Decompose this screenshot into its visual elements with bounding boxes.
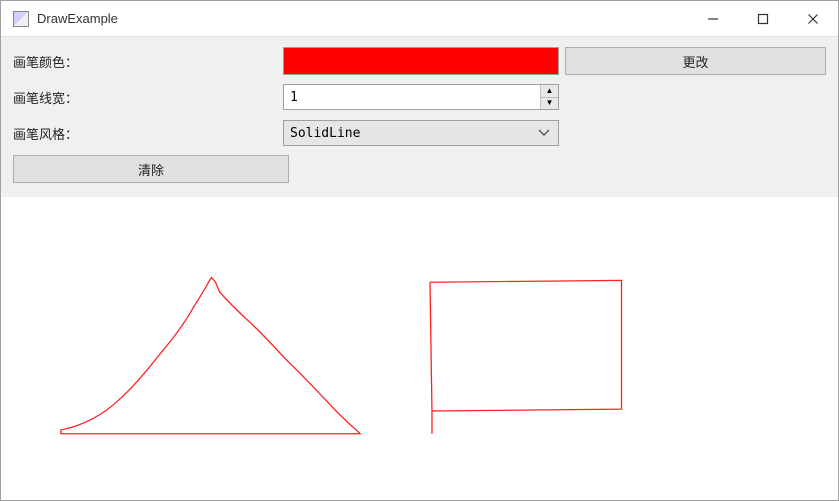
spin-buttons: ▲ ▼ xyxy=(540,85,558,109)
style-value: SolidLine xyxy=(290,126,536,141)
canvas-svg xyxy=(1,197,838,500)
chevron-down-icon: ▼ xyxy=(546,99,554,107)
maximize-button[interactable] xyxy=(738,1,788,36)
stroke-triangle xyxy=(61,277,360,433)
app-icon xyxy=(13,11,29,27)
spin-down-button[interactable]: ▼ xyxy=(541,98,558,110)
stroke-rect xyxy=(430,280,622,433)
row-clear: 清除 xyxy=(13,155,826,183)
app-window: DrawExample 画笔颜色： 更改 xyxy=(0,0,839,501)
titlebar[interactable]: DrawExample xyxy=(1,1,838,37)
label-pen-color: 画笔颜色： xyxy=(13,52,283,71)
minimize-button[interactable] xyxy=(688,1,738,36)
label-pen-style: 画笔风格： xyxy=(13,124,283,143)
color-display xyxy=(283,47,559,75)
change-button[interactable]: 更改 xyxy=(565,47,826,75)
window-title: DrawExample xyxy=(37,11,688,26)
close-button[interactable] xyxy=(788,1,838,36)
width-value[interactable]: 1 xyxy=(284,85,540,109)
width-spinbox[interactable]: 1 ▲ ▼ xyxy=(283,84,559,110)
style-combobox[interactable]: SolidLine xyxy=(283,120,559,146)
spin-up-button[interactable]: ▲ xyxy=(541,85,558,98)
change-button-label: 更改 xyxy=(682,52,708,71)
controls-panel: 画笔颜色： 更改 画笔线宽： 1 ▲ xyxy=(1,37,838,197)
combo-arrow xyxy=(536,129,552,137)
chevron-up-icon: ▲ xyxy=(546,87,554,95)
row-pen-width: 画笔线宽： 1 ▲ ▼ xyxy=(13,83,826,111)
clear-button[interactable]: 清除 xyxy=(13,155,289,183)
row-pen-style: 画笔风格： SolidLine xyxy=(13,119,826,147)
label-pen-width: 画笔线宽： xyxy=(13,88,283,107)
drawing-canvas[interactable] xyxy=(1,197,838,500)
row-pen-color: 画笔颜色： 更改 xyxy=(13,47,826,75)
window-controls xyxy=(688,1,838,36)
clear-button-label: 清除 xyxy=(138,160,164,179)
